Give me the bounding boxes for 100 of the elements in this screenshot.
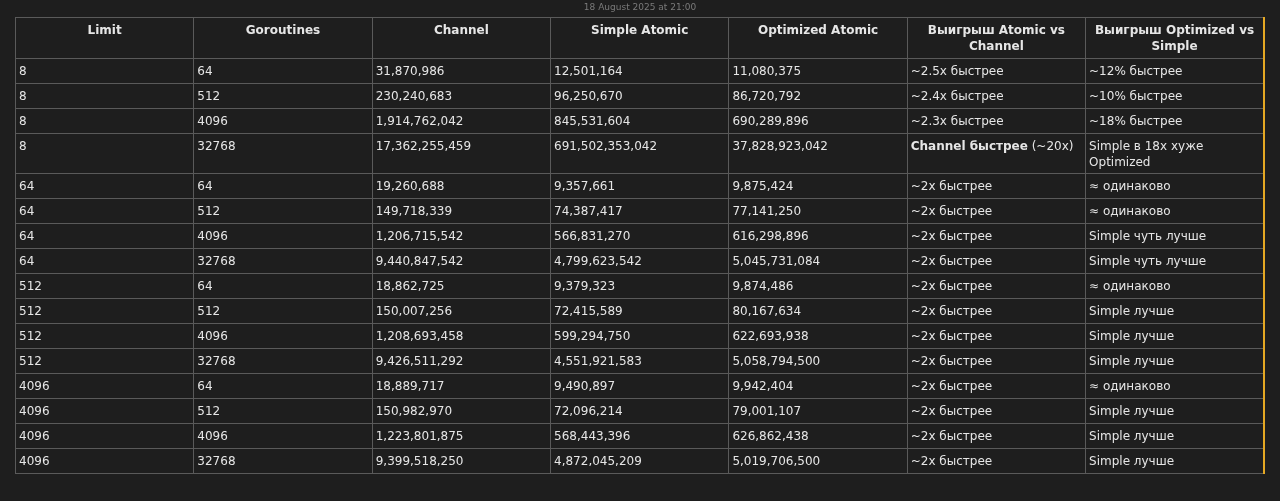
table-cell: 5,058,794,500: [728, 348, 908, 374]
table-cell: 9,440,847,542: [372, 248, 551, 274]
table-cell: 17,362,255,459: [372, 133, 551, 174]
table-cell: 8: [15, 83, 194, 109]
table-cell: 64: [15, 248, 194, 274]
column-header: Optimized Atomic: [728, 17, 908, 59]
table-cell: 8: [15, 58, 194, 84]
table-cell: 512: [15, 348, 194, 374]
table-cell: 4096: [193, 323, 373, 349]
table-cell: 690,289,896: [728, 108, 908, 134]
table-cell: 9,875,424: [728, 173, 908, 199]
table-cell: 599,294,750: [550, 323, 729, 349]
table-cell: 96,250,670: [550, 83, 729, 109]
table-cell: 9,399,518,250: [372, 448, 551, 474]
table-cell: 616,298,896: [728, 223, 908, 249]
table-cell: 4096: [193, 223, 373, 249]
column-header: Channel: [372, 17, 551, 59]
table-cell: 1,223,801,875: [372, 423, 551, 449]
table-cell: 512: [15, 323, 194, 349]
table-cell: ~2x быстрее: [907, 423, 1086, 449]
table-cell: 230,240,683: [372, 83, 551, 109]
table-cell: ~2x быстрее: [907, 273, 1086, 299]
table-cell: 1,208,693,458: [372, 323, 551, 349]
table-cell: 19,260,688: [372, 173, 551, 199]
table-cell: 4096: [15, 448, 194, 474]
timestamp: 18 August 2025 at 21:00: [582, 1, 698, 13]
table-cell: 4,799,623,542: [550, 248, 729, 274]
table-cell: ~2.4x быстрее: [907, 83, 1086, 109]
table-cell: 79,001,107: [728, 398, 908, 424]
table-cell: 86,720,792: [728, 83, 908, 109]
table-cell: 149,718,339: [372, 198, 551, 224]
table-cell: 512: [193, 298, 373, 324]
table-cell: ~2x быстрее: [907, 298, 1086, 324]
table-cell: 512: [193, 198, 373, 224]
table-cell: 1,206,715,542: [372, 223, 551, 249]
table-cell: 512: [193, 398, 373, 424]
table-cell: 18,862,725: [372, 273, 551, 299]
table-cell: 32768: [193, 348, 373, 374]
table-cell: 150,982,970: [372, 398, 551, 424]
table-cell: 64: [193, 273, 373, 299]
table-cell: 12,501,164: [550, 58, 729, 84]
table-cell: 31,870,986: [372, 58, 551, 84]
table-cell: 64: [15, 173, 194, 199]
table-cell: 9,379,323: [550, 273, 729, 299]
table-cell: 512: [15, 298, 194, 324]
table-cell: 37,828,923,042: [728, 133, 908, 174]
table-cell: ~2x быстрее: [907, 173, 1086, 199]
table-cell: 9,490,897: [550, 373, 729, 399]
table-cell: 845,531,604: [550, 108, 729, 134]
table-cell: 4,551,921,583: [550, 348, 729, 374]
table-cell: 74,387,417: [550, 198, 729, 224]
table-cell: 64: [15, 198, 194, 224]
table-cell: 9,426,511,292: [372, 348, 551, 374]
table-cell: 32768: [193, 448, 373, 474]
table-cell: ~2x быстрее: [907, 223, 1086, 249]
table-cell: 64: [193, 373, 373, 399]
table-cell: 4096: [193, 108, 373, 134]
table-cell: ~2.3x быстрее: [907, 108, 1086, 134]
table-cell: 4096: [15, 423, 194, 449]
table-cell: 77,141,250: [728, 198, 908, 224]
table-cell: ~2x быстрее: [907, 348, 1086, 374]
table-cell: 568,443,396: [550, 423, 729, 449]
table-cell: 4096: [193, 423, 373, 449]
table-cell: 622,693,938: [728, 323, 908, 349]
table-cell: 18,889,717: [372, 373, 551, 399]
table-cell: 9,357,661: [550, 173, 729, 199]
table-cell: ~2x быстрее: [907, 323, 1086, 349]
table-cell: 4096: [15, 398, 194, 424]
table-cell: 32768: [193, 248, 373, 274]
table-cell: ~2x быстрее: [907, 448, 1086, 474]
table-cell: 64: [15, 223, 194, 249]
table-cell: 8: [15, 108, 194, 134]
table-cell: 150,007,256: [372, 298, 551, 324]
table-cell: ~2x быстрее: [907, 398, 1086, 424]
table-cell: 64: [193, 173, 373, 199]
table-cell: 72,096,214: [550, 398, 729, 424]
table-cell: ~2x быстрее: [907, 198, 1086, 224]
table-cell: 80,167,634: [728, 298, 908, 324]
table-cell: 9,874,486: [728, 273, 908, 299]
table-cell: 626,862,438: [728, 423, 908, 449]
table-cell: 1,914,762,042: [372, 108, 551, 134]
table-cell: 5,019,706,500: [728, 448, 908, 474]
column-header: Simple Atomic: [550, 17, 729, 59]
table-cell: 11,080,375: [728, 58, 908, 84]
table-cell: 5,045,731,084: [728, 248, 908, 274]
table-cell: 32768: [193, 133, 373, 174]
table-cell: Channel быстрее (~20x): [907, 133, 1086, 174]
table-cell: 64: [193, 58, 373, 84]
table-cell: 8: [15, 133, 194, 174]
table-cell: 691,502,353,042: [550, 133, 729, 174]
table-cell: ~2x быстрее: [907, 248, 1086, 274]
table-cell: 4,872,045,209: [550, 448, 729, 474]
table-cell: 9,942,404: [728, 373, 908, 399]
table-cell: ~2x быстрее: [907, 373, 1086, 399]
column-header: Выигрыш Optimized vs Simple: [1085, 17, 1264, 59]
table-cell: 566,831,270: [550, 223, 729, 249]
table-cell: 4096: [15, 373, 194, 399]
column-header: Goroutines: [193, 17, 373, 59]
table-cell: 72,415,589: [550, 298, 729, 324]
column-header: Выигрыш Atomic vs Channel: [907, 17, 1086, 59]
